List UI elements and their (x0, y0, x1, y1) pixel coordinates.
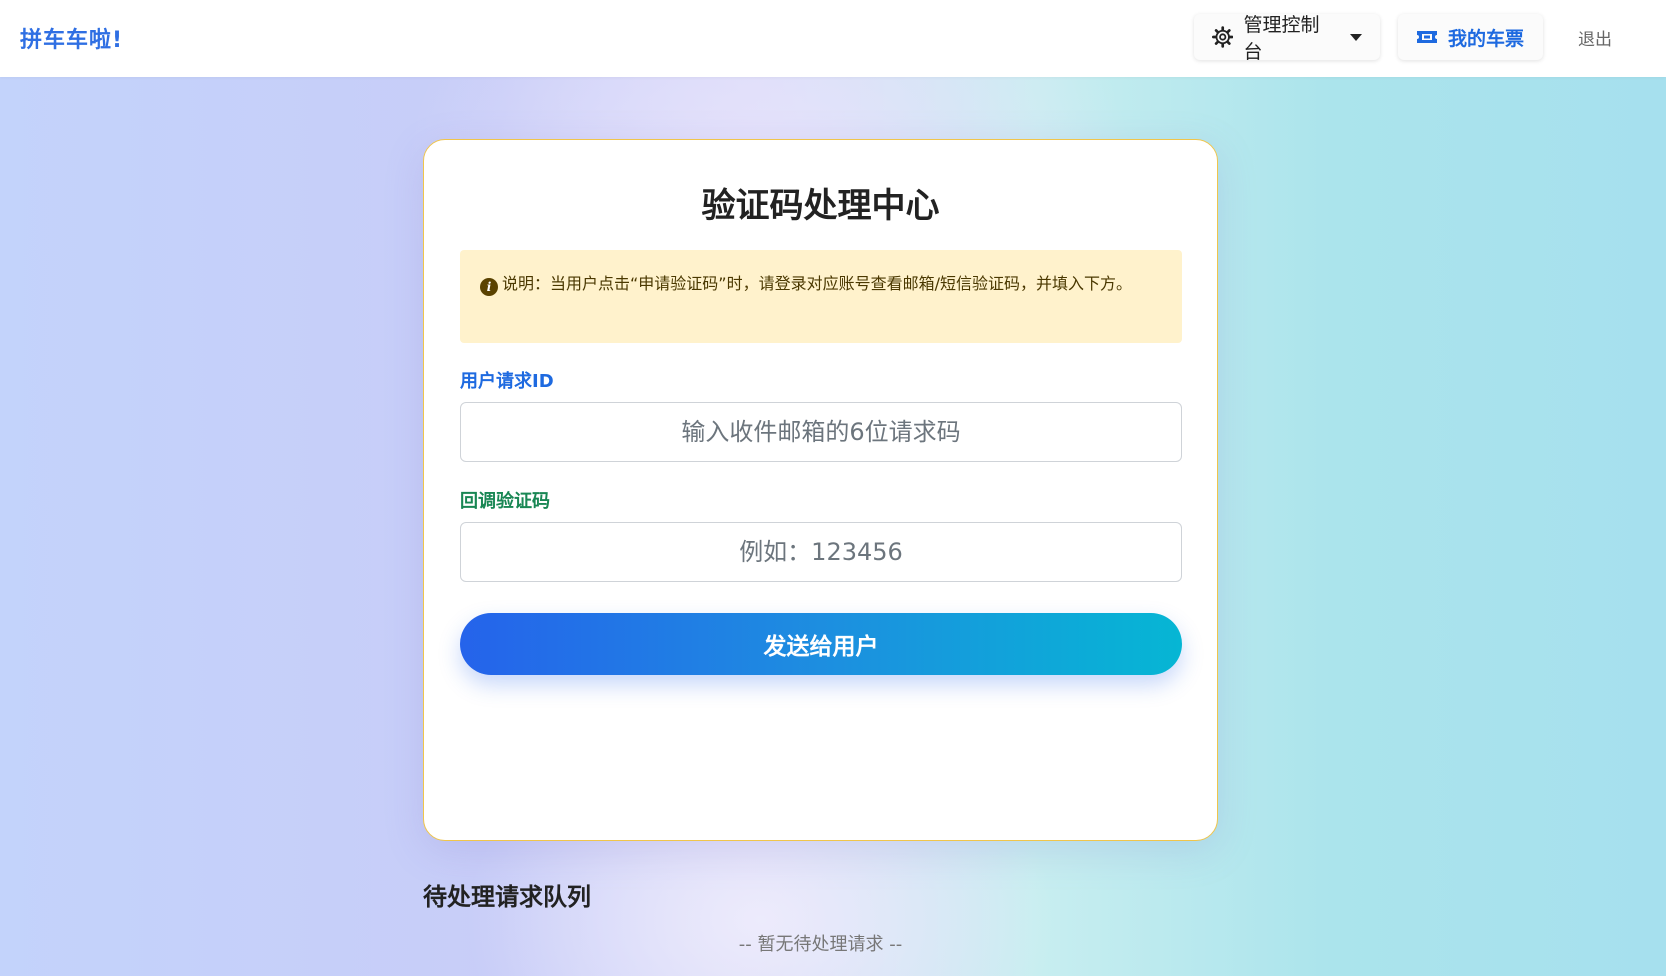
admin-console-dropdown[interactable]: 管理控制台 (1194, 14, 1380, 63)
ticket-icon (1417, 31, 1437, 43)
queue-empty-text: -- 暂无待处理请求 -- (738, 934, 903, 955)
callback-code-label: 回调验证码 (460, 491, 550, 512)
alert-text: 说明：当用户点击“申请验证码”时，请登录对应账号查看邮箱/短信验证码，并填入下方… (502, 274, 1132, 293)
logout-link[interactable]: 退出 (1578, 25, 1612, 50)
chevron-down-icon (1350, 33, 1362, 41)
brand-logo[interactable]: 拼车车啦! (20, 22, 123, 54)
my-tickets-button[interactable]: 我的车票 (1398, 14, 1543, 60)
my-tickets-label: 我的车票 (1448, 27, 1525, 50)
gear-icon (1212, 26, 1234, 48)
request-id-label: 用户请求ID (460, 371, 554, 392)
navbar: 拼车车啦! 管理控制台 我的车票 退出 (0, 0, 1666, 77)
queue-title: 待处理请求队列 (423, 883, 591, 911)
page-title: 验证码处理中心 (701, 186, 940, 226)
info-alert: i 说明：当用户点击“申请验证码”时，请登录对应账号查看邮箱/短信验证码，并填入下… (460, 250, 1182, 343)
send-to-user-button[interactable]: 发送给用户 (460, 613, 1182, 675)
request-id-input[interactable] (460, 402, 1182, 462)
verification-card: 验证码处理中心 i 说明：当用户点击“申请验证码”时，请登录对应账号查看邮箱/短信… (423, 139, 1218, 841)
callback-code-input[interactable] (460, 522, 1182, 582)
admin-console-label: 管理控制台 (1243, 14, 1320, 63)
info-icon: i (480, 278, 498, 296)
